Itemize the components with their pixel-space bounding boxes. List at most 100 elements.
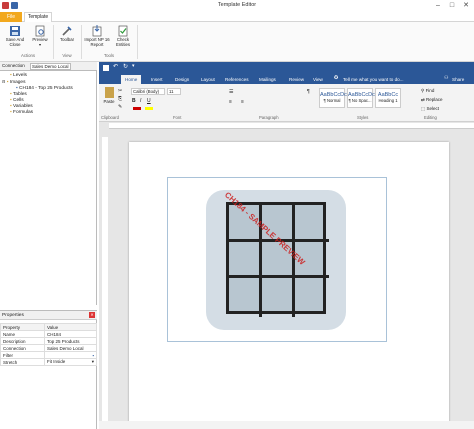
replace-icon: ⇄ — [421, 97, 425, 102]
separator — [53, 25, 54, 59]
window-graphic — [226, 202, 329, 317]
collapse-icon: ⊟ — [2, 79, 6, 84]
style-heading-1[interactable]: AaBbCc Heading 1 — [375, 88, 401, 108]
tell-me-input[interactable]: Tell me what you want to do... — [339, 75, 408, 84]
font-name-select[interactable]: Calibri (Body) — [131, 88, 165, 95]
tab-home[interactable]: Home — [121, 75, 142, 84]
undo-icon[interactable]: ↶ — [113, 63, 118, 70]
tab-references[interactable]: References — [221, 75, 253, 84]
font-color-icon[interactable] — [133, 107, 141, 110]
property-value[interactable]: Top 25 Products — [44, 337, 97, 345]
underline-button[interactable]: U — [147, 98, 151, 104]
check-icon — [118, 25, 128, 37]
property-value[interactable]: Fit Inside ▾ — [44, 358, 97, 366]
ribbon-tabs: File Template — [0, 12, 474, 22]
tab-design[interactable]: Design — [171, 75, 193, 84]
vertical-ruler[interactable] — [102, 137, 108, 429]
table-row[interactable]: Connection Sales Demo Local — [0, 344, 97, 352]
table-row[interactable]: Description Top 25 Products — [0, 337, 97, 345]
word-ribbon: Paste ✂ ⎘ ✎ Clipboard Calibri (Body) 11 … — [99, 84, 474, 122]
tree-label: Formulas — [13, 110, 34, 115]
import-label: Import NP 16 Report — [84, 37, 110, 47]
stretch-value: Fit Inside — [47, 359, 66, 364]
word-editor: ↶ ↻ ▾ Home Insert Design Layout Referenc… — [99, 62, 474, 429]
chevron-down-icon[interactable]: ▾ — [92, 359, 94, 365]
group-view-label: View — [62, 53, 72, 58]
filter-icon[interactable]: ▪ — [92, 353, 94, 358]
tab-file[interactable]: File — [0, 12, 22, 22]
minimize-icon[interactable]: – — [431, 0, 445, 12]
tab-sales-demo[interactable]: Sales Demo Local — [30, 63, 71, 70]
property-name: Name — [0, 330, 45, 338]
paste-icon — [104, 87, 114, 98]
tab-review[interactable]: Review — [285, 75, 308, 84]
table-row[interactable]: Name CH184 — [0, 330, 97, 338]
cut-icon[interactable]: ✂ — [118, 88, 122, 94]
bullets-icon[interactable]: ☰ — [229, 89, 233, 95]
toolbar-button[interactable]: Toolbar — [57, 25, 77, 42]
save-close-button[interactable]: Save And Close — [3, 25, 27, 47]
bold-button[interactable]: B — [132, 98, 136, 104]
table-row[interactable]: Stretch Fit Inside ▾ — [0, 358, 97, 366]
tree-label: CH184 - Top 25 Products — [19, 86, 73, 91]
copy-icon[interactable]: ⎘ — [118, 96, 122, 102]
replace-button[interactable]: ⇄ Replace — [421, 97, 443, 103]
title-bar: Template Editor – □ ✕ — [0, 0, 474, 12]
tab-insert[interactable]: Insert — [147, 75, 167, 84]
replace-label: Replace — [426, 97, 443, 102]
separator — [137, 25, 138, 59]
column-header: Value — [44, 323, 97, 331]
tree-item-formulas[interactable]: ▪ Formulas — [2, 110, 73, 116]
property-value[interactable]: CH184 — [44, 330, 97, 338]
customize-icon[interactable]: ▾ — [132, 63, 135, 69]
import-icon — [92, 25, 102, 37]
property-value[interactable]: ▪ — [44, 351, 97, 359]
select-button[interactable]: ⬚ Select — [421, 106, 439, 112]
tab-view[interactable]: View — [309, 75, 327, 84]
save-icon[interactable] — [103, 65, 109, 71]
image-preview[interactable]: CH184 - SAMPLE PREVIEW — [206, 190, 346, 330]
check-entities-button[interactable]: Check Entities — [112, 25, 134, 47]
check-entities-label: Check Entities — [115, 37, 131, 47]
paste-button[interactable]: Paste — [102, 87, 116, 104]
select-icon: ⬚ — [421, 106, 426, 111]
folder-icon: ▪ — [10, 98, 12, 103]
save-close-label: Save And Close — [5, 37, 25, 47]
align-left-icon[interactable]: ≡ — [229, 99, 232, 105]
paragraph-label: Paragraph — [259, 115, 279, 120]
import-button[interactable]: Import NP 16 Report — [84, 25, 110, 47]
find-button[interactable]: ⚲ Find — [421, 88, 434, 94]
italic-button[interactable]: I — [140, 98, 141, 104]
select-label: Select — [426, 106, 440, 111]
properties-header: Properties ✕ — [0, 311, 97, 320]
table-row: Property Value — [0, 323, 97, 331]
tab-template[interactable]: Template — [24, 12, 52, 22]
tab-mailings[interactable]: Mailings — [255, 75, 280, 84]
tab-connection[interactable]: Connection — [2, 63, 25, 68]
font-size-select[interactable]: 11 — [167, 88, 181, 95]
highlight-icon[interactable] — [145, 107, 153, 110]
style-normal[interactable]: AaBbCcDc ¶ Normal — [319, 88, 347, 108]
image-placeholder-frame[interactable]: CH184 - SAMPLE PREVIEW — [167, 177, 387, 342]
format-painter-icon[interactable]: ✎ — [118, 104, 122, 110]
close-icon[interactable]: ✕ — [459, 0, 473, 12]
ribbon: Save And Close Preview ▾ Actions Toolbar… — [0, 22, 474, 62]
preview-icon — [35, 25, 45, 37]
redo-icon[interactable]: ↻ — [123, 63, 128, 70]
properties-table: Property Value Name CH184 Description Top 2… — [0, 323, 97, 366]
document-page[interactable]: CH184 - SAMPLE PREVIEW — [129, 142, 449, 429]
property-value[interactable]: Sales Demo Local — [44, 344, 97, 352]
horizontal-ruler[interactable] — [109, 123, 474, 129]
pilcrow-icon[interactable]: ¶ — [307, 89, 310, 95]
share-button[interactable]: Share — [448, 75, 468, 84]
tab-layout[interactable]: Layout — [197, 75, 219, 84]
preview-button[interactable]: Preview ▾ — [30, 25, 50, 47]
maximize-icon[interactable]: □ — [445, 0, 459, 12]
align-center-icon[interactable]: ≡ — [241, 99, 244, 105]
close-icon[interactable]: ✕ — [89, 312, 95, 318]
tab-file[interactable] — [101, 75, 115, 84]
folder-icon: ▪ — [10, 104, 12, 109]
table-row[interactable]: Filter ▪ — [0, 351, 97, 359]
tree-item-images[interactable]: ⊟ ▪ Images — [2, 79, 73, 86]
style-no-spacing[interactable]: AaBbCcDc ¶ No Spac... — [347, 88, 375, 108]
